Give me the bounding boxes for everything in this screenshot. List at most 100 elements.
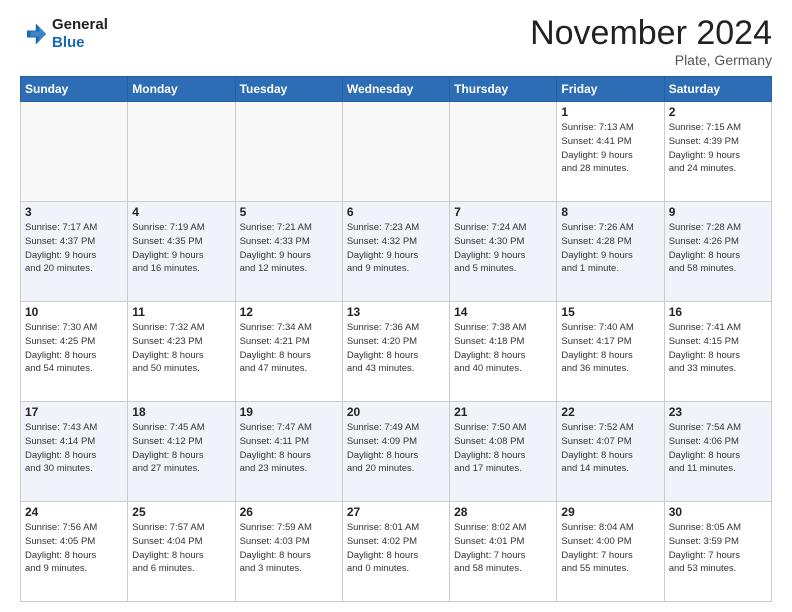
calendar-week-1: 1 Sunrise: 7:13 AM Sunset: 4:41 PM Daylig… xyxy=(21,102,772,202)
day-number: 9 xyxy=(669,205,767,219)
day-number: 24 xyxy=(25,505,123,519)
col-header-friday: Friday xyxy=(557,77,664,102)
day-number: 18 xyxy=(132,405,230,419)
col-header-thursday: Thursday xyxy=(450,77,557,102)
logo-icon xyxy=(20,20,48,48)
day-info: Sunrise: 7:49 AM Sunset: 4:09 PM Dayligh… xyxy=(347,421,445,476)
day-number: 1 xyxy=(561,105,659,119)
calendar-cell: 16Sunrise: 7:41 AM Sunset: 4:15 PM Dayli… xyxy=(664,302,771,402)
calendar-cell: 24Sunrise: 7:56 AM Sunset: 4:05 PM Dayli… xyxy=(21,502,128,602)
col-header-wednesday: Wednesday xyxy=(342,77,449,102)
day-number: 5 xyxy=(240,205,338,219)
day-info: Sunrise: 7:59 AM Sunset: 4:03 PM Dayligh… xyxy=(240,521,338,576)
calendar-cell: 25 Sunrise: 7:57 AM Sunset: 4:04 PM Dayli… xyxy=(128,502,235,602)
logo-text: General Blue xyxy=(52,16,108,52)
calendar-week-4: 17 Sunrise: 7:43 AM Sunset: 4:14 PM Dayli… xyxy=(21,402,772,502)
calendar-cell: 20 Sunrise: 7:49 AM Sunset: 4:09 PM Dayli… xyxy=(342,402,449,502)
calendar-cell: 1 Sunrise: 7:13 AM Sunset: 4:41 PM Daylig… xyxy=(557,102,664,202)
day-number: 11 xyxy=(132,305,230,319)
calendar-cell: 2 Sunrise: 7:15 AM Sunset: 4:39 PM Daylig… xyxy=(664,102,771,202)
day-info: Sunrise: 7:30 AM Sunset: 4:25 PM Dayligh… xyxy=(25,321,123,376)
day-number: 29 xyxy=(561,505,659,519)
day-info: Sunrise: 7:24 AM Sunset: 4:30 PM Dayligh… xyxy=(454,221,552,276)
day-number: 17 xyxy=(25,405,123,419)
day-number: 19 xyxy=(240,405,338,419)
day-info: Sunrise: 7:45 AM Sunset: 4:12 PM Dayligh… xyxy=(132,421,230,476)
calendar-cell xyxy=(450,102,557,202)
calendar-week-2: 3 Sunrise: 7:17 AM Sunset: 4:37 PM Daylig… xyxy=(21,202,772,302)
day-number: 10 xyxy=(25,305,123,319)
day-number: 14 xyxy=(454,305,552,319)
day-info: Sunrise: 7:23 AM Sunset: 4:32 PM Dayligh… xyxy=(347,221,445,276)
day-number: 2 xyxy=(669,105,767,119)
calendar-cell: 3 Sunrise: 7:17 AM Sunset: 4:37 PM Daylig… xyxy=(21,202,128,302)
calendar-cell: 27Sunrise: 8:01 AM Sunset: 4:02 PM Dayli… xyxy=(342,502,449,602)
day-info: Sunrise: 7:17 AM Sunset: 4:37 PM Dayligh… xyxy=(25,221,123,276)
day-info: Sunrise: 7:28 AM Sunset: 4:26 PM Dayligh… xyxy=(669,221,767,276)
day-number: 25 xyxy=(132,505,230,519)
calendar-cell xyxy=(21,102,128,202)
calendar-cell: 12 Sunrise: 7:34 AM Sunset: 4:21 PM Dayli… xyxy=(235,302,342,402)
day-info: Sunrise: 7:38 AM Sunset: 4:18 PM Dayligh… xyxy=(454,321,552,376)
day-info: Sunrise: 7:40 AM Sunset: 4:17 PM Dayligh… xyxy=(561,321,659,376)
day-info: Sunrise: 7:54 AM Sunset: 4:06 PM Dayligh… xyxy=(669,421,767,476)
day-info: Sunrise: 7:52 AM Sunset: 4:07 PM Dayligh… xyxy=(561,421,659,476)
page: General Blue November 2024 Plate, German… xyxy=(0,0,792,612)
day-number: 20 xyxy=(347,405,445,419)
day-number: 3 xyxy=(25,205,123,219)
day-info: Sunrise: 8:04 AM Sunset: 4:00 PM Dayligh… xyxy=(561,521,659,576)
calendar-cell: 19 Sunrise: 7:47 AM Sunset: 4:11 PM Dayli… xyxy=(235,402,342,502)
calendar-cell: 23 Sunrise: 7:54 AM Sunset: 4:06 PM Dayli… xyxy=(664,402,771,502)
calendar-cell: 6Sunrise: 7:23 AM Sunset: 4:32 PM Daylig… xyxy=(342,202,449,302)
day-info: Sunrise: 7:32 AM Sunset: 4:23 PM Dayligh… xyxy=(132,321,230,376)
calendar-cell: 11 Sunrise: 7:32 AM Sunset: 4:23 PM Dayli… xyxy=(128,302,235,402)
day-info: Sunrise: 7:13 AM Sunset: 4:41 PM Dayligh… xyxy=(561,121,659,176)
calendar-week-3: 10 Sunrise: 7:30 AM Sunset: 4:25 PM Dayli… xyxy=(21,302,772,402)
month-title: November 2024 xyxy=(530,16,772,50)
col-header-tuesday: Tuesday xyxy=(235,77,342,102)
day-number: 13 xyxy=(347,305,445,319)
calendar-cell xyxy=(128,102,235,202)
calendar-cell: 29 Sunrise: 8:04 AM Sunset: 4:00 PM Dayli… xyxy=(557,502,664,602)
day-number: 15 xyxy=(561,305,659,319)
day-info: Sunrise: 7:50 AM Sunset: 4:08 PM Dayligh… xyxy=(454,421,552,476)
calendar-cell: 22 Sunrise: 7:52 AM Sunset: 4:07 PM Dayli… xyxy=(557,402,664,502)
day-number: 12 xyxy=(240,305,338,319)
calendar-cell: 15 Sunrise: 7:40 AM Sunset: 4:17 PM Dayli… xyxy=(557,302,664,402)
day-info: Sunrise: 7:43 AM Sunset: 4:14 PM Dayligh… xyxy=(25,421,123,476)
calendar-cell xyxy=(235,102,342,202)
day-number: 28 xyxy=(454,505,552,519)
col-header-sunday: Sunday xyxy=(21,77,128,102)
logo: General Blue xyxy=(20,16,108,52)
day-info: Sunrise: 8:02 AM Sunset: 4:01 PM Dayligh… xyxy=(454,521,552,576)
calendar-cell: 7 Sunrise: 7:24 AM Sunset: 4:30 PM Daylig… xyxy=(450,202,557,302)
day-info: Sunrise: 7:36 AM Sunset: 4:20 PM Dayligh… xyxy=(347,321,445,376)
calendar-cell: 9 Sunrise: 7:28 AM Sunset: 4:26 PM Daylig… xyxy=(664,202,771,302)
day-info: Sunrise: 7:34 AM Sunset: 4:21 PM Dayligh… xyxy=(240,321,338,376)
day-number: 30 xyxy=(669,505,767,519)
calendar-cell: 5 Sunrise: 7:21 AM Sunset: 4:33 PM Daylig… xyxy=(235,202,342,302)
day-number: 16 xyxy=(669,305,767,319)
col-header-saturday: Saturday xyxy=(664,77,771,102)
day-info: Sunrise: 7:47 AM Sunset: 4:11 PM Dayligh… xyxy=(240,421,338,476)
calendar-cell: 21 Sunrise: 7:50 AM Sunset: 4:08 PM Dayli… xyxy=(450,402,557,502)
calendar-cell xyxy=(342,102,449,202)
day-number: 7 xyxy=(454,205,552,219)
calendar-cell: 18 Sunrise: 7:45 AM Sunset: 4:12 PM Dayli… xyxy=(128,402,235,502)
day-info: Sunrise: 7:57 AM Sunset: 4:04 PM Dayligh… xyxy=(132,521,230,576)
day-number: 21 xyxy=(454,405,552,419)
calendar-cell: 8Sunrise: 7:26 AM Sunset: 4:28 PM Daylig… xyxy=(557,202,664,302)
day-number: 22 xyxy=(561,405,659,419)
calendar-cell: 30Sunrise: 8:05 AM Sunset: 3:59 PM Dayli… xyxy=(664,502,771,602)
day-number: 4 xyxy=(132,205,230,219)
calendar-cell: 4Sunrise: 7:19 AM Sunset: 4:35 PM Daylig… xyxy=(128,202,235,302)
day-info: Sunrise: 7:15 AM Sunset: 4:39 PM Dayligh… xyxy=(669,121,767,176)
calendar-cell: 26Sunrise: 7:59 AM Sunset: 4:03 PM Dayli… xyxy=(235,502,342,602)
calendar-cell: 28 Sunrise: 8:02 AM Sunset: 4:01 PM Dayli… xyxy=(450,502,557,602)
day-info: Sunrise: 7:21 AM Sunset: 4:33 PM Dayligh… xyxy=(240,221,338,276)
day-number: 27 xyxy=(347,505,445,519)
calendar-cell: 13 Sunrise: 7:36 AM Sunset: 4:20 PM Dayli… xyxy=(342,302,449,402)
day-number: 23 xyxy=(669,405,767,419)
header: General Blue November 2024 Plate, German… xyxy=(20,16,772,68)
day-number: 8 xyxy=(561,205,659,219)
